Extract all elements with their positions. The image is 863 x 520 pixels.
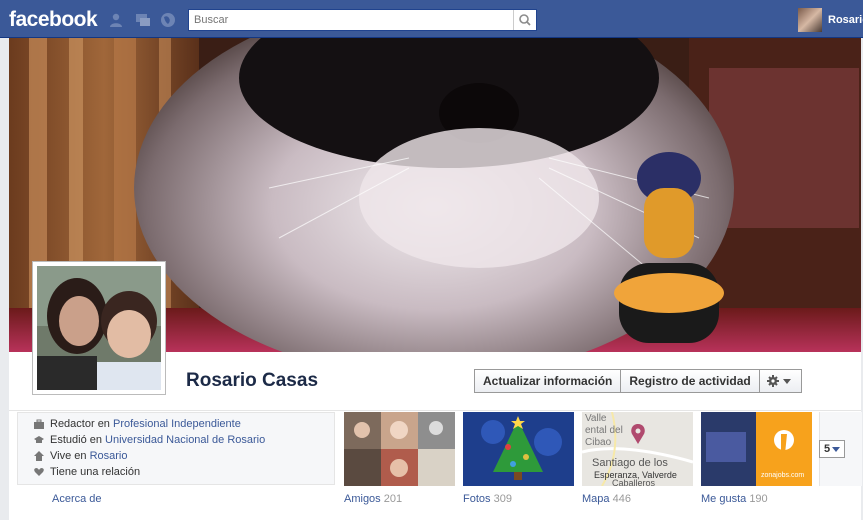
activity-log-button[interactable]: Registro de actividad [621, 369, 760, 393]
house-icon [34, 451, 44, 461]
update-info-button[interactable]: Actualizar información [474, 369, 622, 393]
heart-icon [34, 468, 44, 476]
about-relationship-text: Tiene una relación [50, 466, 141, 478]
profile-actions: Actualizar información Registro de activ… [474, 369, 802, 393]
map-label-city2: Caballeros [612, 478, 656, 486]
chevron-down-icon [832, 447, 840, 452]
friends-tile[interactable] [344, 412, 455, 486]
about-education-prefix: Estudió en [50, 434, 106, 446]
chevron-down-icon [782, 379, 791, 384]
about-link[interactable]: Acerca de [52, 493, 102, 505]
briefcase-icon [34, 419, 44, 429]
gear-icon [766, 375, 791, 387]
facebook-logo[interactable]: facebook [9, 8, 98, 32]
photos-thumbnail [463, 412, 574, 486]
search-button[interactable] [513, 10, 536, 30]
notifications-globe-icon[interactable] [160, 12, 176, 28]
map-label[interactable]: Mapa 446 [582, 493, 631, 505]
user-name[interactable]: Rosario [828, 14, 863, 26]
map-label-top: Valle ental del Cibao [585, 413, 623, 448]
messages-icon[interactable] [135, 12, 151, 28]
search-input[interactable] [194, 12, 504, 28]
photos-tile[interactable] [463, 412, 574, 486]
user-avatar[interactable] [798, 8, 822, 32]
top-bar: facebook Rosario [0, 0, 863, 38]
settings-dropdown-button[interactable] [759, 369, 802, 393]
search-box[interactable] [188, 9, 537, 31]
friends-label[interactable]: Amigos 201 [344, 493, 402, 505]
profile-name: Rosario Casas [186, 370, 319, 391]
more-apps-dropdown[interactable]: 5 [819, 440, 845, 458]
about-work-link[interactable]: Profesional Independiente [113, 418, 241, 430]
about-education-link[interactable]: Universidad Nacional de Rosario [105, 434, 265, 446]
photos-label[interactable]: Fotos 309 [463, 493, 512, 505]
likes-logo-text: zonajobs.com [761, 472, 805, 479]
likes-tile[interactable]: zonajobs.com [701, 412, 812, 486]
section-divider [9, 410, 861, 411]
profile-picture[interactable] [32, 261, 166, 395]
graduation-cap-icon [34, 436, 44, 443]
about-residence-prefix: Vive en [50, 450, 90, 462]
map-label-city: Santiago de los [592, 457, 668, 469]
more-count: 5 [824, 443, 831, 455]
map-tile[interactable]: Valle ental del Cibao Santiago de los Espe… [582, 412, 693, 486]
friend-requests-icon[interactable] [108, 12, 124, 28]
likes-label[interactable]: Me gusta 190 [701, 493, 768, 505]
profile-photo [37, 266, 161, 390]
about-residence-link[interactable]: Rosario [90, 450, 128, 462]
about-work-prefix: Redactor en [50, 418, 113, 430]
friends-collage [344, 412, 455, 486]
search-icon [519, 14, 531, 26]
